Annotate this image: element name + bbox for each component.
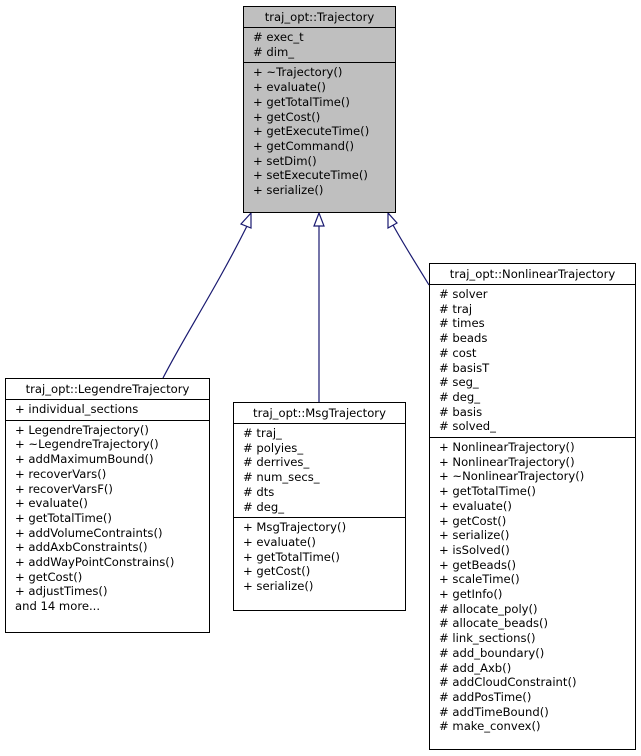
attribute-row: # traj xyxy=(439,301,473,316)
methods-section: + MsgTrajectory() + evaluate() + getTotalT… xyxy=(234,518,405,597)
arrowhead-legendre xyxy=(239,211,252,229)
method-row: # allocate_poly() xyxy=(439,601,538,616)
method-row: + setDim() xyxy=(253,153,317,168)
attribute-row: # traj_ xyxy=(243,426,282,440)
attribute-row: # basis xyxy=(439,404,483,419)
attributes-section: # exec_t # dim_ xyxy=(244,28,395,64)
method-row: + addVolumeContraints() xyxy=(15,525,163,540)
attribute-row: # times xyxy=(439,316,485,331)
method-row: + NonlinearTrajectory() xyxy=(439,454,575,469)
attribute-row: # basisT xyxy=(439,360,490,375)
arrowhead-nonlinear xyxy=(387,211,398,230)
method-row: + addMaximumBound() xyxy=(15,452,154,467)
attribute-row: # num_secs_ xyxy=(243,470,320,485)
method-row: + getCommand() xyxy=(253,138,355,153)
method-row: + setExecuteTime() xyxy=(253,168,368,183)
edge-legendre-to-trajectory xyxy=(162,225,248,379)
method-row: # addCloudConstraint() xyxy=(439,675,577,690)
attribute-row: # seg_ xyxy=(439,375,479,390)
method-row: + getTotalTime() xyxy=(243,549,340,564)
method-row: + adjustTimes() xyxy=(15,584,108,599)
attribute-row: # deg_ xyxy=(243,499,285,514)
method-row: + getTotalTime() xyxy=(253,94,350,109)
attribute-row: # exec_t xyxy=(253,30,304,44)
attribute-row: # polyies_ xyxy=(243,440,304,455)
method-row: + recoverVarsF() xyxy=(15,481,113,496)
method-row: # addTimeBound() xyxy=(439,704,549,719)
method-row: + ~LegendreTrajectory() xyxy=(15,437,159,452)
attribute-row: # deg_ xyxy=(439,389,481,404)
attributes-section: # solver # traj # times # beads # cost # basi… xyxy=(430,285,635,439)
attribute-row: # dim_ xyxy=(253,44,295,59)
method-row: + getCost() xyxy=(243,564,311,579)
method-row: + getTotalTime() xyxy=(15,510,112,525)
methods-section: + LegendreTrajectory() + ~LegendreTraject… xyxy=(6,421,209,617)
method-row: + addAxbConstraints() xyxy=(15,540,148,555)
method-row: + serialize() xyxy=(253,183,324,198)
method-row: + recoverVars() xyxy=(15,466,107,481)
attribute-row: # beads xyxy=(439,331,488,346)
attribute-row: # solver xyxy=(439,287,488,301)
method-row: + addWayPointConstrains() xyxy=(15,555,175,570)
attribute-row: # solved_ xyxy=(439,419,496,434)
method-row: + getBeads() xyxy=(439,557,517,572)
method-row: + serialize() xyxy=(243,579,314,594)
method-row: + isSolved() xyxy=(439,542,510,557)
method-row: + scaleTime() xyxy=(439,572,520,587)
more-members-note: and 14 more... xyxy=(15,599,101,614)
method-row: + getTotalTime() xyxy=(439,484,536,499)
methods-section: + NonlinearTrajectory() + NonlinearTrajec… xyxy=(430,438,635,737)
class-nonlinear-trajectory[interactable]: traj_opt::NonlinearTrajectory # solver # … xyxy=(429,263,636,750)
method-row: # allocate_beads() xyxy=(439,616,549,631)
method-row: + getExecuteTime() xyxy=(253,124,370,139)
attribute-row: # cost xyxy=(439,345,477,360)
arrowhead-msg xyxy=(313,211,325,227)
method-row: + evaluate() xyxy=(15,496,88,511)
attribute-row: # derrives_ xyxy=(243,455,310,470)
method-row: # link_sections() xyxy=(439,631,536,646)
method-row: + ~NonlinearTrajectory() xyxy=(439,469,585,484)
method-row: + evaluate() xyxy=(243,534,316,549)
attribute-row: # dts xyxy=(243,484,275,499)
method-row: + evaluate() xyxy=(439,498,512,513)
class-legendre-trajectory[interactable]: traj_opt::LegendreTrajectory + individua… xyxy=(5,378,210,633)
method-row: + NonlinearTrajectory() xyxy=(439,440,575,455)
methods-section: + ~Trajectory() + evaluate() + getTotalTim… xyxy=(244,63,395,200)
class-title: traj_opt::LegendreTrajectory xyxy=(6,379,209,400)
method-row: + getCost() xyxy=(15,569,83,584)
class-msg-trajectory[interactable]: traj_opt::MsgTrajectory # traj_ # polyies… xyxy=(233,402,406,611)
method-row: + ~Trajectory() xyxy=(253,65,343,80)
method-row: # add_Axb() xyxy=(439,660,512,675)
method-row: + serialize() xyxy=(439,528,510,543)
class-title: traj_opt::NonlinearTrajectory xyxy=(430,264,635,285)
method-row: # addPosTime() xyxy=(439,689,532,704)
edge-nonlinear-to-trajectory xyxy=(392,224,430,286)
method-row: + getInfo() xyxy=(439,587,503,602)
method-row: # make_convex() xyxy=(439,719,541,734)
class-trajectory[interactable]: traj_opt::Trajectory # exec_t # dim_ + ~T… xyxy=(243,6,396,213)
class-title: traj_opt::Trajectory xyxy=(244,7,395,28)
attribute-row: + individual_sections xyxy=(15,402,139,416)
class-title: traj_opt::MsgTrajectory xyxy=(234,403,405,424)
attributes-section: # traj_ # polyies_ # derrives_ # num_secs_ #… xyxy=(234,424,405,519)
method-row: + MsgTrajectory() xyxy=(243,520,347,535)
attributes-section: + individual_sections xyxy=(6,400,209,421)
method-row: # add_boundary() xyxy=(439,645,545,660)
method-row: + evaluate() xyxy=(253,80,326,95)
method-row: + LegendreTrajectory() xyxy=(15,422,149,437)
method-row: + getCost() xyxy=(439,513,507,528)
method-row: + getCost() xyxy=(253,109,321,124)
